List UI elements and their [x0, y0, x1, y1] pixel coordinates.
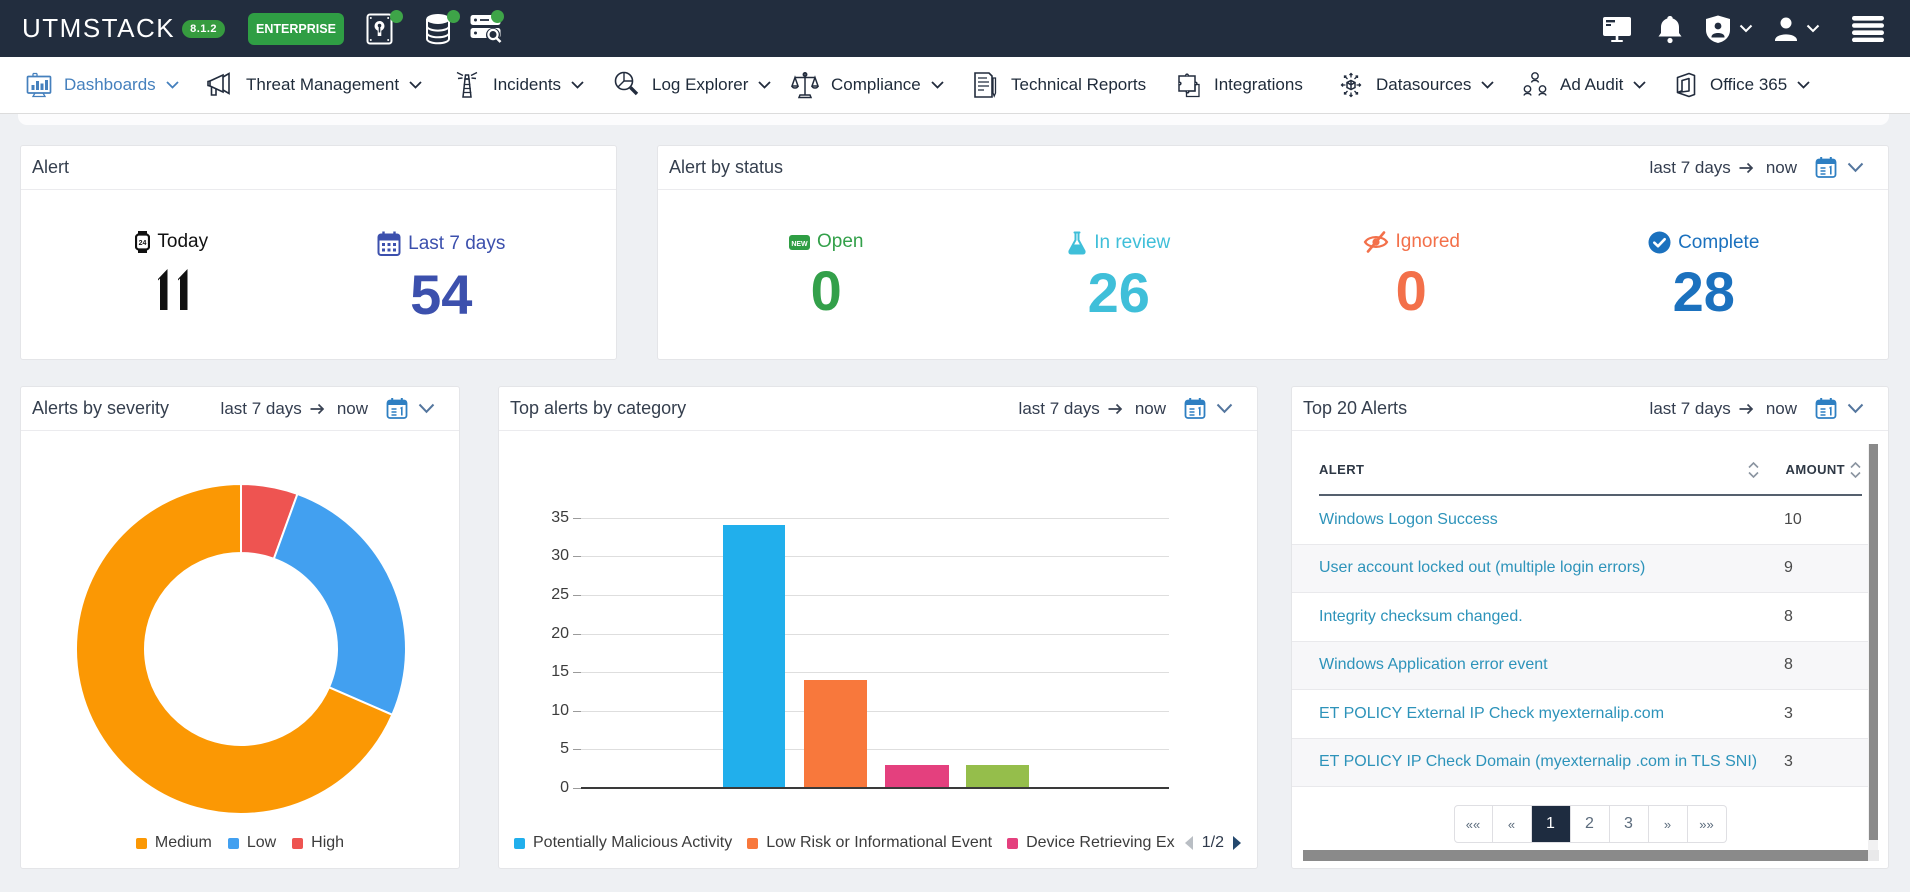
svg-text:NEW: NEW [791, 241, 808, 248]
svg-text:24: 24 [139, 240, 147, 247]
